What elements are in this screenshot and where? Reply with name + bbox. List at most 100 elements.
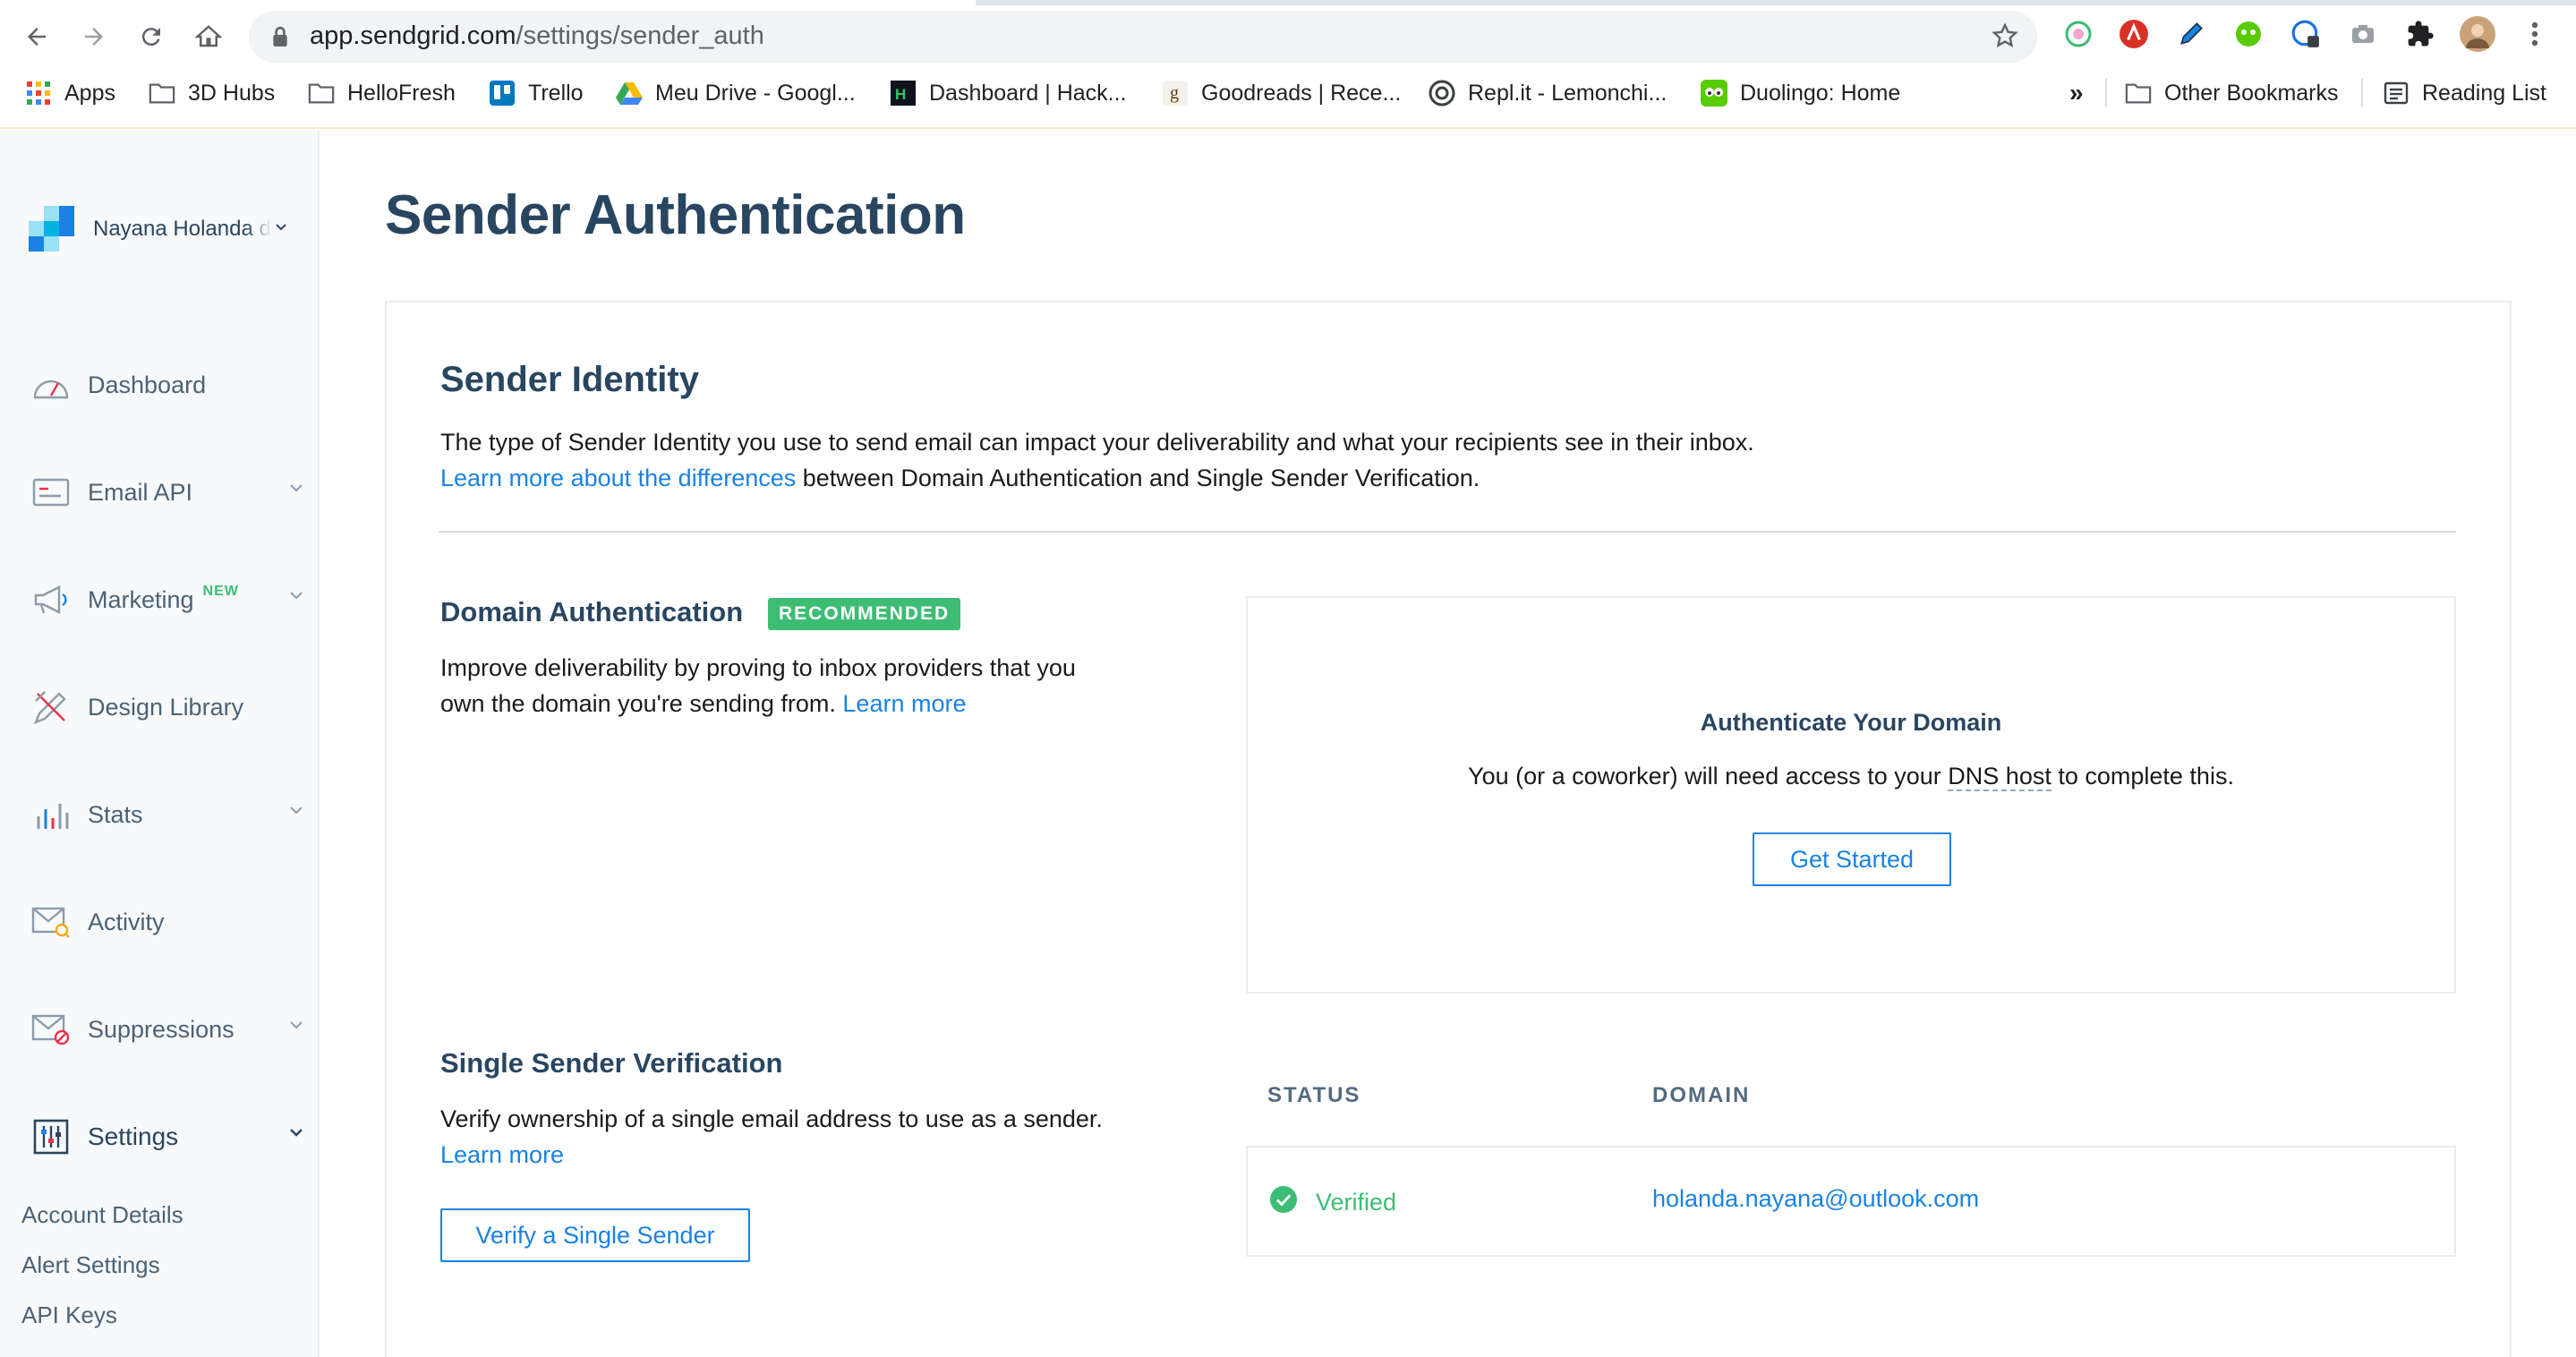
subnav-alert-settings[interactable]: Alert Settings: [21, 1251, 160, 1279]
chevron-down-icon[interactable]: [288, 804, 304, 820]
suppressions-envelope-icon: [30, 1009, 72, 1050]
bookmark-separator: [2105, 79, 2107, 107]
chevron-down-icon[interactable]: [288, 589, 304, 605]
verify-single-sender-button[interactable]: Verify a Single Sender: [440, 1208, 750, 1262]
profile-avatar-icon[interactable]: [2460, 16, 2495, 52]
bookmark-goodreads[interactable]: g Goodreads | Rece...: [1162, 73, 1401, 113]
tab-strip-edge: [0, 0, 2576, 5]
domain-learn-more-link[interactable]: Learn more: [842, 690, 966, 717]
duolingo-extension-icon[interactable]: [2231, 16, 2266, 52]
back-arrow-icon[interactable]: [18, 18, 55, 55]
dashboard-gauge-icon: [30, 364, 72, 405]
stats-chart-icon: [30, 794, 72, 835]
domain-authentication-description: Improve deliverability by proving to inb…: [440, 654, 1076, 717]
authenticate-domain-panel: Authenticate Your Domain You (or a cowor…: [1246, 596, 2456, 994]
google-drive-icon: [616, 80, 643, 107]
chevron-down-icon[interactable]: [288, 482, 304, 498]
sendgrid-logo-icon: [29, 206, 75, 252]
address-bar[interactable]: app.sendgrid.com/settings/sender_auth: [249, 11, 2037, 63]
domain-authentication-title: Domain Authentication: [440, 596, 744, 627]
extension-circle-icon[interactable]: [2060, 16, 2096, 52]
extension-red-icon[interactable]: [2116, 16, 2152, 52]
bookmark-duolingo[interactable]: Duolingo: Home: [1701, 73, 1900, 113]
bookmarks-overflow-button[interactable]: »: [2069, 73, 2084, 113]
pen-icon[interactable]: [2173, 16, 2209, 52]
settings-sliders-icon: [30, 1116, 72, 1157]
bookmark-replit[interactable]: Repl.it - Lemonchi...: [1429, 73, 1667, 113]
single-sender-learn-more-link[interactable]: Learn more: [440, 1141, 564, 1168]
bookmark-hackerrank[interactable]: H Dashboard | Hack...: [890, 73, 1126, 113]
learn-differences-link[interactable]: Learn more about the differences: [440, 465, 796, 491]
lock-icon[interactable]: [270, 26, 290, 52]
bookmark-google-drive[interactable]: Meu Drive - Googl...: [616, 73, 856, 113]
sidebar-item-activity[interactable]: Activity: [30, 895, 308, 949]
goodreads-icon: g: [1162, 80, 1189, 107]
sidebar-item-email-api[interactable]: Email API: [30, 465, 308, 519]
replit-icon: [1429, 80, 1455, 107]
subnav-account-details[interactable]: Account Details: [21, 1201, 183, 1229]
design-tools-icon: [30, 687, 72, 728]
sidebar-item-dashboard[interactable]: Dashboard: [30, 358, 308, 412]
status-badge: Verified: [1269, 1185, 1396, 1220]
sender-email-link[interactable]: holanda.nayana@outlook.com: [1652, 1185, 1979, 1213]
single-sender-description: Verify ownership of a single email addre…: [440, 1105, 1103, 1168]
get-started-button[interactable]: Get Started: [1753, 832, 1951, 886]
reading-list-button[interactable]: Reading List: [2383, 73, 2546, 113]
url-text[interactable]: app.sendgrid.com/settings/sender_auth: [310, 21, 764, 51]
authenticate-domain-title: Authenticate Your Domain: [1700, 709, 2002, 736]
sidebar-item-stats[interactable]: Stats: [30, 788, 308, 841]
bookmark-separator: [2361, 79, 2363, 107]
extension-badge-icon[interactable]: [2288, 16, 2324, 52]
browser-chrome: app.sendgrid.com/settings/sender_auth Ap…: [0, 0, 2576, 129]
folder-icon: [308, 80, 335, 107]
folder-icon: [2125, 80, 2152, 107]
bookmark-trello[interactable]: Trello: [489, 73, 584, 113]
reading-list-icon: [2383, 80, 2410, 107]
check-circle-icon: [1269, 1185, 1298, 1220]
reload-icon[interactable]: [132, 18, 170, 55]
megaphone-icon: [30, 579, 72, 620]
bookmark-hellofresh[interactable]: HelloFresh: [308, 73, 456, 113]
bookmark-apps[interactable]: Apps: [25, 73, 115, 113]
chevron-down-icon: [274, 221, 288, 237]
page-title: Sender Authentication: [385, 184, 966, 246]
chevron-down-icon[interactable]: [288, 1019, 304, 1035]
browser-menu-icon[interactable]: [2517, 16, 2553, 52]
sidebar-item-settings[interactable]: Settings: [30, 1110, 308, 1164]
chevron-down-icon[interactable]: [288, 1126, 304, 1142]
dns-host-tooltip[interactable]: DNS host: [1948, 763, 2051, 791]
bookmarks-bar: Apps 3D Hubs HelloFresh Trello Meu Drive…: [0, 73, 2576, 113]
new-badge: NEW: [202, 584, 239, 599]
email-api-icon: [30, 472, 72, 513]
svg-text:g: g: [1170, 83, 1179, 103]
forward-arrow-icon[interactable]: [75, 18, 113, 55]
puzzle-extensions-icon[interactable]: [2402, 16, 2438, 52]
svg-text:H: H: [895, 86, 906, 103]
duolingo-icon: [1701, 80, 1727, 107]
account-name: Nayana Holanda de: [93, 217, 272, 242]
camera-icon[interactable]: [2345, 16, 2381, 52]
column-header-domain: DOMAIN: [1652, 1083, 1751, 1107]
recommended-badge: RECOMMENDED: [768, 598, 961, 630]
apps-grid-icon: [25, 80, 52, 107]
account-switcher[interactable]: Nayana Holanda de: [29, 206, 288, 252]
folder-icon: [149, 80, 175, 107]
sidebar: Nayana Holanda de Dashboard Email API Ma…: [0, 131, 320, 1357]
activity-envelope-icon: [30, 901, 72, 943]
bookmark-other-bookmarks[interactable]: Other Bookmarks: [2125, 73, 2339, 113]
single-sender-title: Single Sender Verification: [440, 1047, 783, 1079]
column-header-status: STATUS: [1267, 1083, 1361, 1107]
sidebar-item-design-library[interactable]: Design Library: [30, 680, 308, 734]
home-icon[interactable]: [190, 18, 227, 55]
trello-icon: [489, 80, 516, 107]
table-row: Verified holanda.nayana@outlook.com: [1246, 1146, 2456, 1257]
sender-identity-title: Sender Identity: [440, 360, 699, 399]
bookmark-star-icon[interactable]: [1991, 21, 2019, 55]
hackerrank-icon: H: [890, 80, 917, 107]
bookmark-3d-hubs[interactable]: 3D Hubs: [149, 73, 275, 113]
sidebar-item-suppressions[interactable]: Suppressions: [30, 1003, 308, 1056]
sidebar-item-marketing[interactable]: Marketing NEW: [30, 573, 308, 627]
subnav-api-keys[interactable]: API Keys: [21, 1302, 117, 1329]
sender-identity-description: The type of Sender Identity you use to s…: [440, 429, 1754, 491]
section-divider: [439, 531, 2456, 533]
